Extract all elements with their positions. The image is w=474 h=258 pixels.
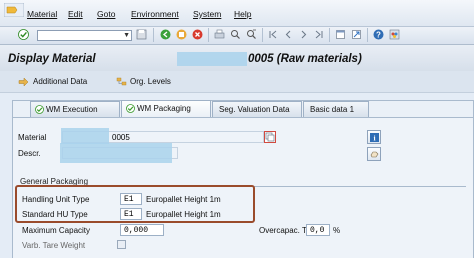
tab-seg-valuation-data[interactable]: Seg. Valuation Data [212,101,302,117]
svg-text:i: i [373,134,375,143]
first-page-icon[interactable] [268,29,279,40]
overcapac-tol-unit: % [333,226,341,235]
info-icon: i [370,133,379,142]
toolbar-separator [367,28,368,42]
print-icon[interactable] [214,29,225,40]
page-title: Display Material [8,53,96,65]
tab-label: Seg. Valuation Data [219,105,290,114]
toolbar-separator [153,28,154,42]
maximum-capacity-label: Maximum Capacity [22,226,91,235]
descr-label: Descr. [18,149,41,158]
tab-label: Basic data 1 [310,105,355,114]
org-levels-icon[interactable] [116,77,127,87]
shortcut-icon[interactable] [351,29,362,40]
last-page-icon[interactable] [313,29,324,40]
check-icon [35,105,44,114]
maximum-capacity-input[interactable]: 0,000 [120,224,164,236]
toolbar-separator [262,28,263,42]
find-next-icon[interactable] [246,29,257,40]
overcapac-tol-input[interactable]: 0,0 [306,224,330,236]
tab-label: WM Packaging [137,104,191,113]
redaction-mask [60,143,172,163]
svg-text:?: ? [376,30,381,39]
toolbar-separator [329,28,330,42]
material-label: Material [18,133,47,142]
help-icon[interactable]: ? [373,29,384,40]
save-icon[interactable] [136,29,147,40]
menu-system[interactable]: System [193,9,221,19]
menu-goto[interactable]: Goto [97,9,115,19]
info-button[interactable]: i [367,130,381,144]
menu-edit[interactable]: Edit [68,9,83,19]
tab-wm-packaging[interactable]: WM Packaging [121,100,211,118]
sap-logo-icon[interactable] [4,3,24,17]
exit-icon[interactable] [176,29,187,40]
page-title-suffix: 0005 (Raw materials) [248,53,362,65]
create-session-icon[interactable] [335,29,346,40]
check-icon [126,104,135,113]
menu-material[interactable]: Material [27,9,57,19]
org-levels-button[interactable]: Org. Levels [130,77,171,86]
forward-arrow-icon[interactable] [18,77,29,87]
varb-tare-weight-checkbox[interactable] [117,240,126,249]
redaction-mask [61,128,109,144]
cancel-icon[interactable] [192,29,203,40]
tab-basic-data-1[interactable]: Basic data 1 [303,101,369,117]
long-text-button[interactable] [367,147,381,161]
additional-data-button[interactable]: Additional Data [33,77,87,86]
back-icon[interactable] [160,29,171,40]
varb-tare-weight-label: Varb. Tare Weight [22,241,86,250]
menu-environment[interactable]: Environment [131,9,179,19]
tab-wm-execution[interactable]: WM Execution [30,101,120,117]
copy-icon[interactable] [265,132,275,142]
hand-icon [370,151,379,158]
enter-icon[interactable] [18,29,29,40]
next-page-icon[interactable] [298,29,309,40]
command-field[interactable]: ▼ [37,30,132,41]
chevron-down-icon[interactable]: ▼ [123,32,130,39]
toolbar-separator [208,28,209,42]
previous-page-icon[interactable] [283,29,294,40]
highlight-annotation [15,185,255,223]
tab-label: WM Execution [46,105,98,114]
redaction-mask [177,52,247,66]
standard-toolbar: ▼ ? [0,27,474,45]
menu-help[interactable]: Help [234,9,251,19]
customize-layout-icon[interactable] [389,29,400,40]
material-value: 0005 [112,133,130,142]
find-icon[interactable] [230,29,241,40]
